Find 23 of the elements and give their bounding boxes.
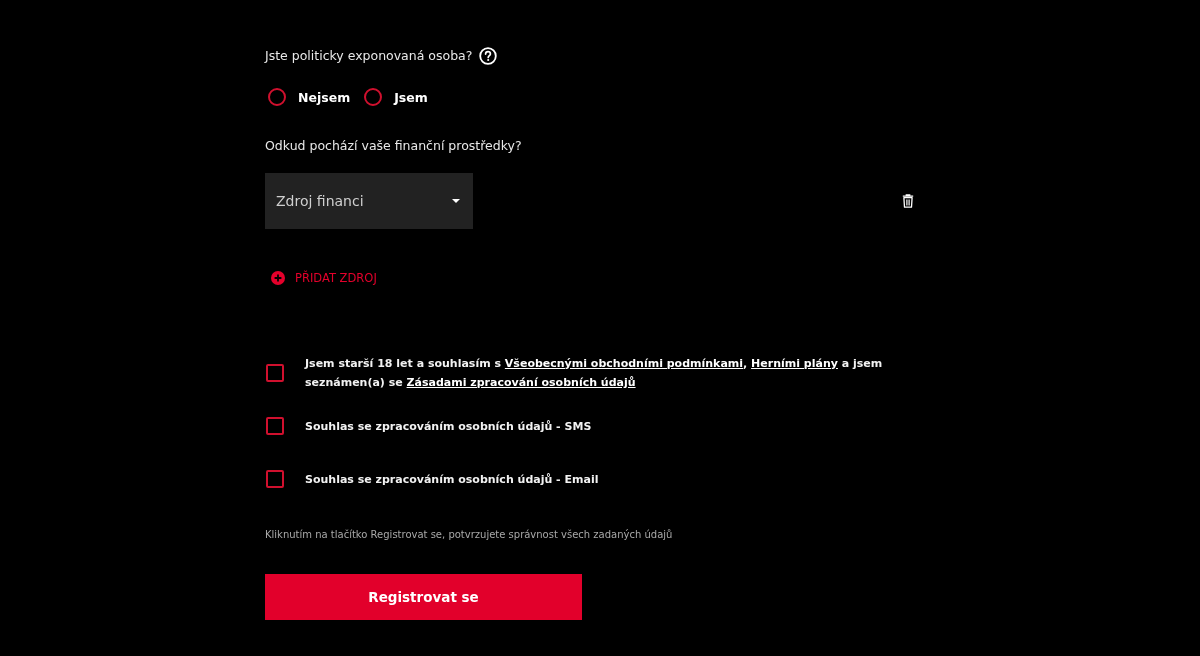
consent-text: Souhlas se zpracováním osobních údajů - Email: [305, 471, 600, 488]
radio-option[interactable]: Nejsem: [268, 88, 351, 106]
caret-icon: [452, 199, 460, 203]
consent-text: Jsem starší 18 let a souhlasím s Všeobecnými obchodními podmínkami, Herními plány a jsem seznámen(a) se Zásadami zpracování osobních údajů: [305, 356, 884, 391]
text-link[interactable]: Herními plány: [751, 357, 838, 370]
radio-button[interactable]: [364, 88, 383, 106]
consent-text: Souhlas se zpracováním osobních údajů - SMS: [305, 418, 593, 435]
question-label: Odkud pochází vaše finanční prostředky?: [265, 137, 522, 155]
register-button[interactable]: Registrovat se: [265, 574, 582, 620]
radio-button[interactable]: [268, 88, 286, 106]
plus-circle-icon: [271, 271, 285, 285]
help-icon[interactable]: [479, 47, 498, 65]
source-select[interactable]: Zdroj financi: [265, 173, 473, 229]
radio-option[interactable]: Jsem: [364, 88, 428, 106]
text-link[interactable]: Zásadami zpracování osobních údajů: [406, 376, 636, 389]
add-source-button[interactable]: PŘIDAT ZDROJ: [271, 271, 377, 285]
question-label: Jste politicky exponovaná osoba?: [265, 47, 473, 65]
text-link[interactable]: Všeobecnými obchodními podmínkami: [504, 357, 744, 370]
checkbox[interactable]: [266, 417, 284, 435]
checkbox[interactable]: [266, 364, 284, 382]
checkbox[interactable]: [266, 470, 284, 488]
confirmation-note: Kliknutím na tlačítko Registrovat se, potvrzujete správnost všech zadaných údajů: [265, 528, 673, 542]
trash-icon[interactable]: [902, 194, 914, 208]
